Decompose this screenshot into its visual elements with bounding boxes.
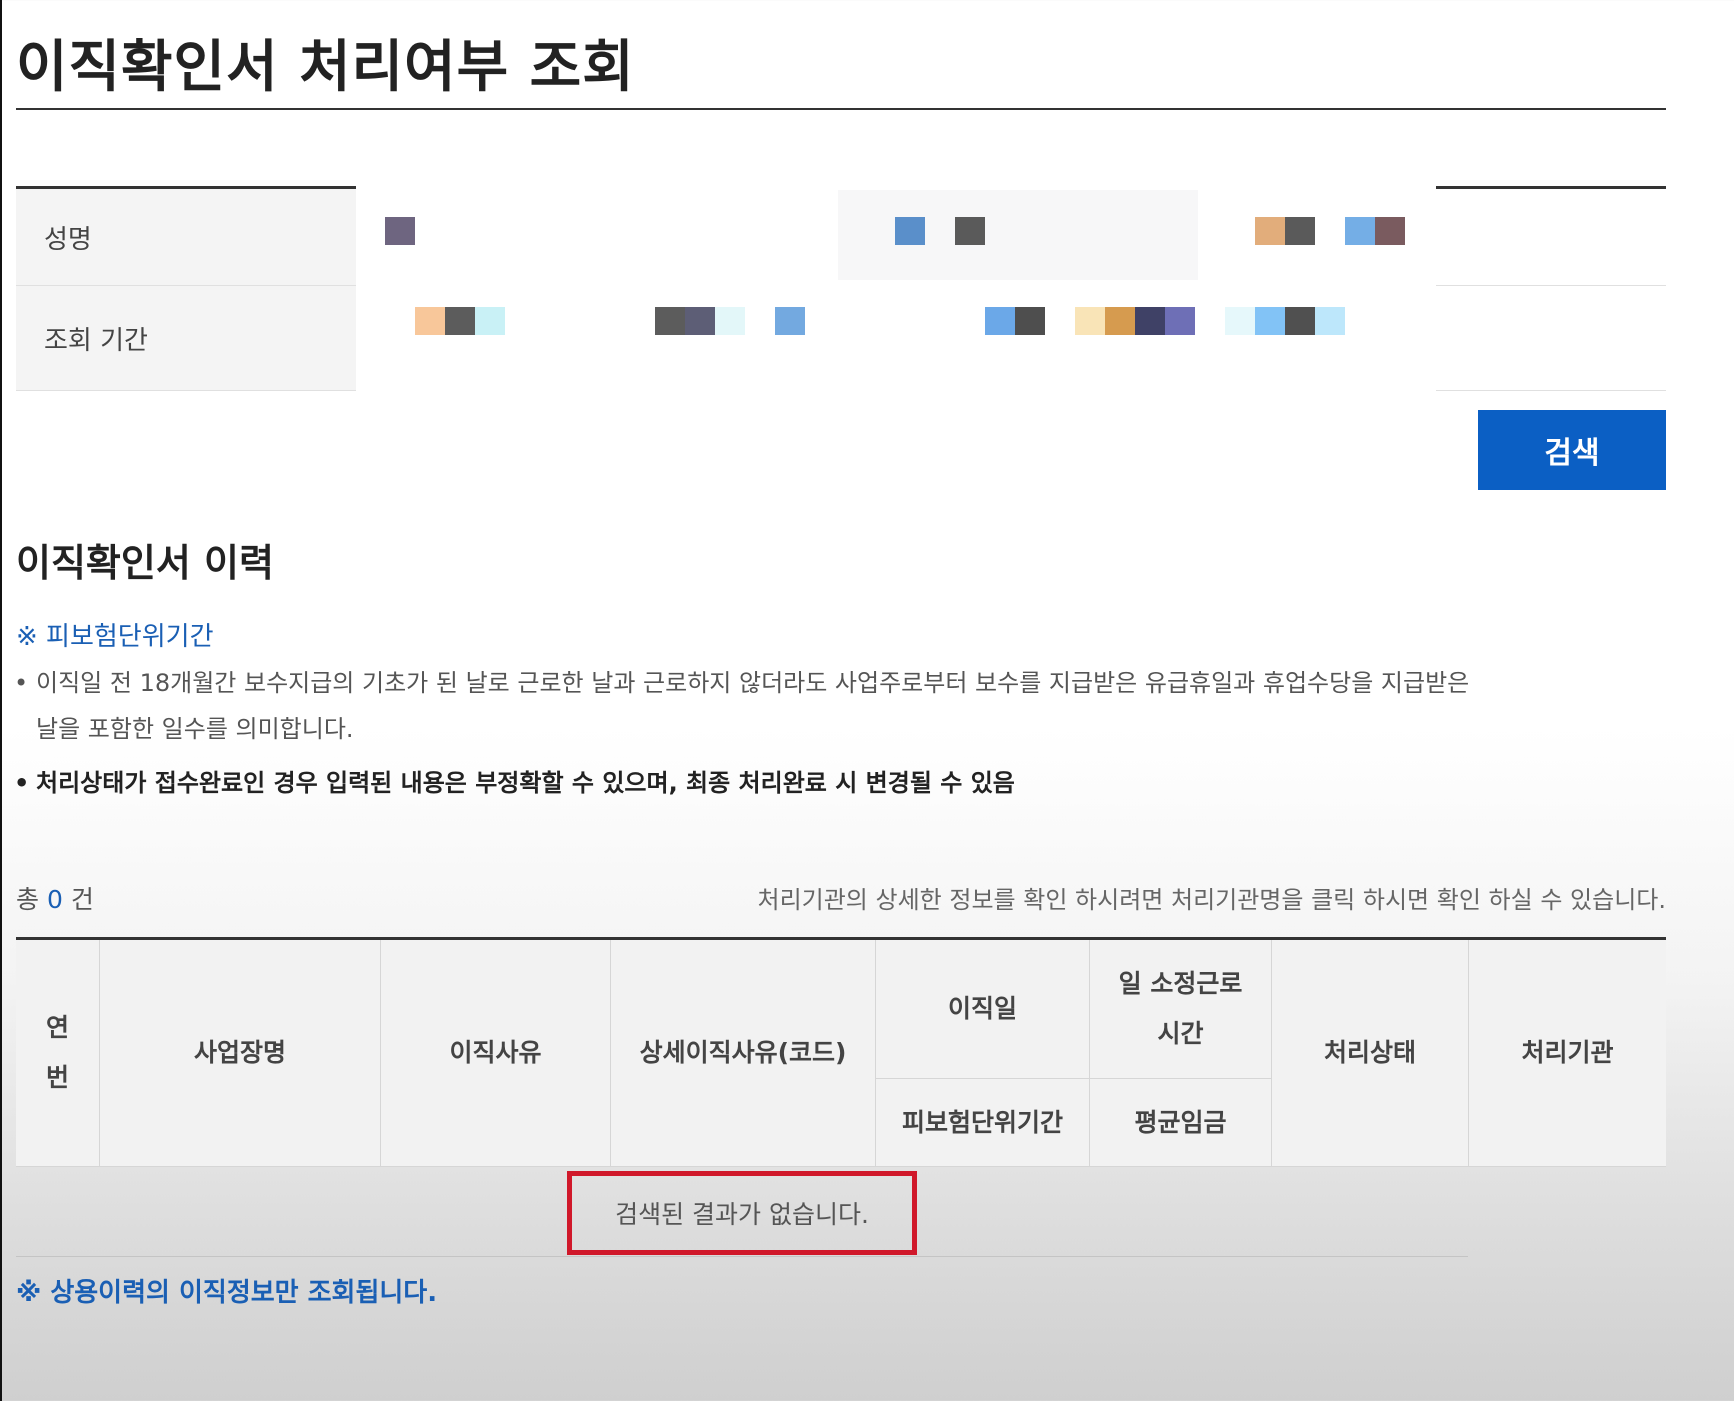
bullet-icon: • (14, 669, 29, 697)
col-header-workplace: 사업장명 (100, 940, 380, 1166)
col-header-detail-reason: 상세이직사유(코드) (611, 940, 875, 1166)
agency-hint-text: 처리기관의 상세한 정보를 확인 하시려면 처리기관명을 클릭 하시면 확인 하… (757, 886, 1666, 914)
table-divider (99, 940, 100, 1166)
result-count: 총 0 건 (16, 885, 94, 914)
page-title: 이직확인서 처리여부 조회 (16, 35, 635, 100)
history-section-title: 이직확인서 이력 (16, 541, 274, 585)
description-bullet-1: • 이직일 전 18개월간 보수지급의 기초가 된 날로 근로한 날과 근로하지… (14, 660, 1664, 752)
table-divider (610, 940, 611, 1166)
table-divider (1271, 940, 1272, 1166)
description-line-2: 날을 포함한 일수를 의미합니다. (36, 715, 354, 743)
col-header-leave-date: 이직일 (876, 940, 1089, 1078)
table-header-bottom (16, 1166, 1666, 1167)
search-button[interactable]: 검색 (1478, 410, 1666, 490)
col-header-seq: 연 번 (16, 940, 99, 1166)
insured-period-note-link[interactable]: ※ 피보험단위기간 (16, 616, 214, 653)
result-count-value: 0 (46, 885, 63, 914)
description-bold-line: 처리상태가 접수완료인 경우 입력된 내용은 부정확할 수 있으며, 최종 처리… (36, 769, 1015, 797)
table-divider (1468, 940, 1469, 1166)
title-divider (16, 108, 1666, 110)
col-header-insured-period: 피보험단위기간 (876, 1079, 1089, 1166)
table-divider (380, 940, 381, 1166)
form-bottom-divider (16, 390, 356, 391)
description-line-1: 이직일 전 18개월간 보수지급의 기초가 된 날로 근로한 날과 근로하지 않… (36, 669, 1470, 697)
table-body-bottom (16, 1256, 1468, 1257)
footer-note: ※ 상용이력의 이직정보만 조회됩니다. (16, 1278, 438, 1308)
table-divider (876, 1078, 1271, 1079)
form-top-border-right (1436, 186, 1666, 189)
col-header-agency: 처리기관 (1469, 940, 1666, 1166)
form-row-divider-right (1436, 285, 1666, 286)
col-header-status: 처리상태 (1272, 940, 1468, 1166)
table-divider (1089, 940, 1090, 1166)
name-label: 성명 (16, 189, 356, 285)
description-bullet-2: • 처리상태가 접수완료인 경우 입력된 내용은 부정확할 수 있으며, 최종 … (14, 760, 1664, 806)
col-header-reason: 이직사유 (381, 940, 610, 1166)
empty-result-message: 검색된 결과가 없습니다. (567, 1171, 917, 1255)
col-header-avg-wage: 평균임금 (1090, 1079, 1271, 1166)
period-label: 조회 기간 (16, 286, 356, 390)
bullet-icon: • (14, 769, 30, 797)
col-header-work-hours: 일 소정근로 시간 (1090, 940, 1271, 1078)
table-divider (875, 940, 876, 1166)
form-bottom-divider-right (1436, 390, 1666, 391)
